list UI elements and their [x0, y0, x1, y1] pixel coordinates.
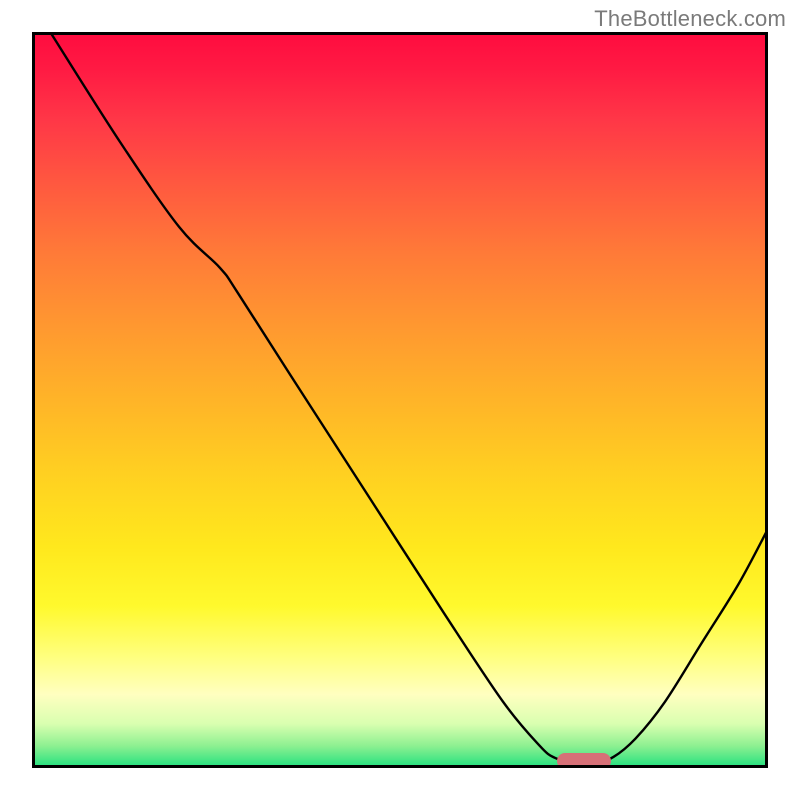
- plot-area: [32, 32, 768, 768]
- plot-border: [32, 32, 768, 768]
- chart-frame: TheBottleneck.com: [0, 0, 800, 800]
- attribution-text: TheBottleneck.com: [594, 6, 786, 32]
